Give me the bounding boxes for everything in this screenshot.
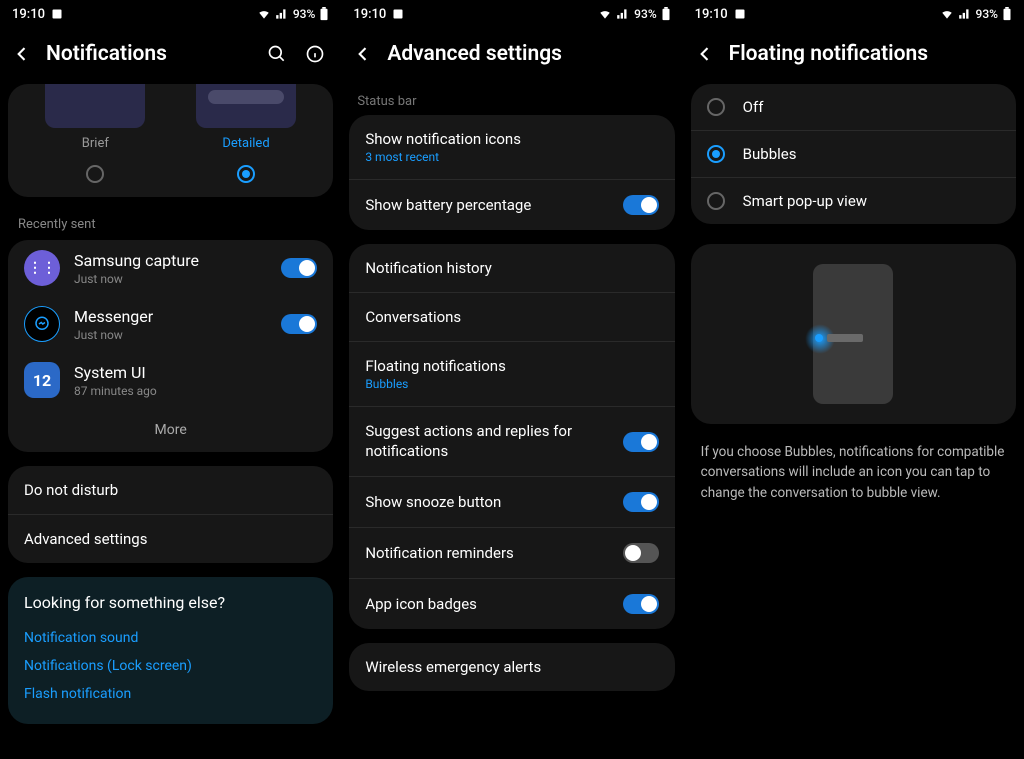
phone-preview (813, 264, 893, 404)
wifi-icon (940, 7, 954, 21)
advanced-settings-screen: 19:10 93% Advanced settings Status bar S… (341, 0, 682, 759)
reminders-row[interactable]: Notification reminders (349, 527, 674, 578)
app-name: System UI (74, 363, 317, 382)
battery-icon (1002, 7, 1012, 21)
show-icons-row[interactable]: Show notification icons 3 most recent (349, 115, 674, 179)
radio-smart[interactable] (707, 192, 725, 210)
wireless-row[interactable]: Wireless emergency alerts (349, 643, 674, 691)
options-card: Off Bubbles Smart pop-up view (691, 84, 1016, 224)
app-name: Messenger (74, 307, 267, 326)
settings-links-card: Do not disturb Advanced settings (8, 466, 333, 563)
app-row-messenger[interactable]: Messenger Just now (8, 296, 333, 352)
radio-brief[interactable] (86, 165, 104, 183)
back-button[interactable] (353, 44, 373, 64)
toggle-reminders[interactable] (623, 543, 659, 563)
status-bar: 19:10 93% (0, 0, 341, 28)
option-smart[interactable]: Smart pop-up view (691, 178, 1016, 224)
header: Notifications (0, 28, 341, 80)
dnd-row[interactable]: Do not disturb (8, 466, 333, 514)
toggle-snooze[interactable] (623, 492, 659, 512)
battery-icon (319, 7, 329, 21)
photo-icon (392, 8, 404, 20)
battery-icon (661, 7, 671, 21)
style-card: Brief Detailed (8, 84, 333, 197)
wifi-icon (257, 7, 271, 21)
radio-detailed[interactable] (237, 165, 255, 183)
toggle-battery[interactable] (623, 195, 659, 215)
status-time: 19:10 (695, 7, 728, 22)
back-button[interactable] (695, 44, 715, 64)
app-row-capture[interactable]: ⋮⋮ Samsung capture Just now (8, 240, 333, 296)
option-bubbles[interactable]: Bubbles (691, 131, 1016, 178)
page-title: Floating notifications (729, 42, 1008, 66)
link-notif-sound[interactable]: Notification sound (24, 624, 317, 652)
app-sub: 87 minutes ago (74, 384, 317, 398)
app-row-systemui[interactable]: 12 System UI 87 minutes ago (8, 352, 333, 408)
radio-off[interactable] (707, 98, 725, 116)
wireless-card: Wireless emergency alerts (349, 643, 674, 691)
photo-icon (734, 8, 746, 20)
more-button[interactable]: More (8, 408, 333, 452)
wifi-icon (598, 7, 612, 21)
status-battery: 93% (976, 7, 998, 21)
toggle-messenger[interactable] (281, 314, 317, 334)
status-bar: 19:10 93% (341, 0, 682, 28)
status-bar-section: Status bar (341, 80, 682, 115)
capture-icon: ⋮⋮ (24, 250, 60, 286)
header: Floating notifications (683, 28, 1024, 80)
toggle-capture[interactable] (281, 258, 317, 278)
search-icon[interactable] (267, 44, 287, 64)
status-battery: 93% (634, 7, 656, 21)
preview-area (691, 244, 1016, 424)
page-title: Notifications (46, 42, 253, 66)
recently-sent-label: Recently sent (0, 207, 341, 240)
signal-icon (275, 7, 289, 21)
description-text: If you choose Bubbles, notifications for… (683, 434, 1024, 511)
recent-apps-card: ⋮⋮ Samsung capture Just now Messenger Ju… (8, 240, 333, 452)
page-title: Advanced settings (387, 42, 666, 66)
header: Advanced settings (341, 28, 682, 80)
style-brief-label: Brief (82, 136, 109, 151)
status-battery: 93% (293, 7, 315, 21)
style-detailed-label: Detailed (222, 136, 269, 151)
app-sub: Just now (74, 328, 267, 342)
show-battery-row[interactable]: Show battery percentage (349, 179, 674, 230)
snooze-row[interactable]: Show snooze button (349, 476, 674, 527)
back-button[interactable] (12, 44, 32, 64)
toggle-badges[interactable] (623, 594, 659, 614)
looking-title: Looking for something else? (24, 593, 317, 612)
notifications-screen: 19:10 93% Notifications Brief (0, 0, 341, 759)
signal-icon (958, 7, 972, 21)
suggest-row[interactable]: Suggest actions and replies for notifica… (349, 406, 674, 476)
option-off[interactable]: Off (691, 84, 1016, 131)
link-lock-screen[interactable]: Notifications (Lock screen) (24, 652, 317, 680)
main-options-card: Notification history Conversations Float… (349, 244, 674, 629)
status-time: 19:10 (12, 7, 45, 22)
systemui-icon: 12 (24, 362, 60, 398)
messenger-icon (24, 306, 60, 342)
app-name: Samsung capture (74, 251, 267, 270)
signal-icon (616, 7, 630, 21)
advanced-row[interactable]: Advanced settings (8, 514, 333, 563)
conversations-row[interactable]: Conversations (349, 292, 674, 341)
status-bar: 19:10 93% (683, 0, 1024, 28)
status-bar-card: Show notification icons 3 most recent Sh… (349, 115, 674, 230)
floating-row[interactable]: Floating notifications Bubbles (349, 341, 674, 406)
history-row[interactable]: Notification history (349, 244, 674, 292)
badges-row[interactable]: App icon badges (349, 578, 674, 629)
status-time: 19:10 (353, 7, 386, 22)
photo-icon (51, 8, 63, 20)
floating-notifications-screen: 19:10 93% Floating notifications Off Bub… (683, 0, 1024, 759)
style-detailed[interactable]: Detailed (171, 84, 322, 197)
radio-bubbles[interactable] (707, 145, 725, 163)
style-brief[interactable]: Brief (20, 84, 171, 197)
looking-card: Looking for something else? Notification… (8, 577, 333, 724)
toggle-suggest[interactable] (623, 432, 659, 452)
link-flash[interactable]: Flash notification (24, 680, 317, 708)
app-sub: Just now (74, 272, 267, 286)
info-icon[interactable] (305, 44, 325, 64)
